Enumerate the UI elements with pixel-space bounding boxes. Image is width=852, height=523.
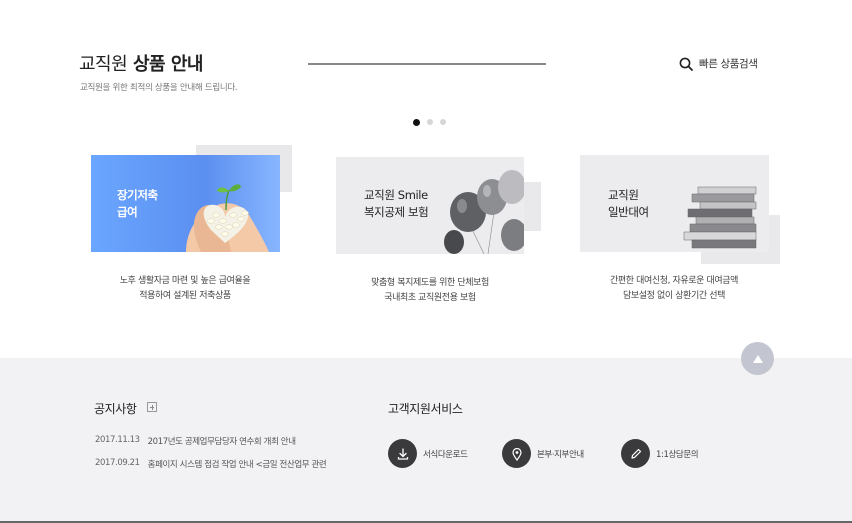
- pencil-icon: [630, 448, 641, 459]
- cs-label: 서식다운로드: [423, 449, 468, 460]
- consultation-button[interactable]: 1:1상담문의: [621, 439, 699, 468]
- title-divider: [308, 63, 546, 65]
- product-description: 간편한 대여신청, 자유로운 대여금액 담보설정 없이 상환기간 선택: [609, 276, 739, 301]
- cs-label: 본부·지부안내: [537, 449, 584, 460]
- product-card-savings[interactable]: 장기저축 급여 노후 생활자금 마련 및 높은 급여율을 적용하여 설계된 저축…: [90, 145, 300, 325]
- product-card-general-loan[interactable]: 교직원 일반대여 간편한 대여신청, 자유로운 대여금액 담보설정 없이 상환기…: [579, 145, 789, 325]
- product-section: 교직원 상품 안내 교직원을 위한 최적의 상품을 안내해 드립니다. 빠른 상…: [0, 0, 852, 358]
- location-pin-icon: [511, 447, 522, 461]
- notice-date: 2017.09.21: [95, 458, 140, 468]
- cs-label: 1:1상담문의: [656, 449, 699, 460]
- notice-item[interactable]: 2017.11.13 2017년도 공제업무담당자 연수회 개최 안내: [95, 435, 296, 447]
- product-name: 교직원 Smile 복지공제 보험: [364, 188, 429, 219]
- customer-service-title: 고객지원서비스: [388, 402, 463, 416]
- carousel-dot-3[interactable]: [440, 119, 446, 125]
- notice-title: 공지사항: [94, 402, 137, 416]
- page-subtitle: 교직원을 위한 최적의 상품을 안내해 드립니다.: [80, 83, 238, 93]
- branch-info-button[interactable]: 본부·지부안내: [502, 439, 584, 468]
- carousel-pagination: [413, 118, 446, 126]
- footer: 공지사항 2017.11.13 2017년도 공제업무담당자 연수회 개최 안내…: [0, 358, 852, 523]
- quick-search-link[interactable]: 빠른 상품검색: [679, 56, 758, 71]
- title-bold: 상품 안내: [132, 54, 204, 75]
- quick-search-label: 빠른 상품검색: [699, 58, 758, 70]
- carousel-dot-2[interactable]: [427, 119, 433, 125]
- carousel-dot-1[interactable]: [413, 118, 420, 126]
- notice-date: 2017.11.13: [95, 435, 140, 445]
- notice-text: 2017년도 공제업무담당자 연수회 개최 안내: [147, 437, 296, 447]
- notice-more-icon[interactable]: [147, 402, 157, 412]
- title-light: 교직원: [79, 54, 128, 75]
- form-download-button[interactable]: 서식다운로드: [388, 439, 468, 468]
- product-card-smile-insurance[interactable]: 교직원 Smile 복지공제 보험 맞춤형 복지제도를 위한 단체보험 국내최초…: [335, 145, 545, 325]
- product-name: 장기저축 급여: [117, 188, 158, 219]
- notice-text: 홈페이지 시스템 점검 작업 안내 <금일 전산업무 관련: [147, 460, 327, 470]
- product-name: 교직원 일반대여: [608, 188, 649, 219]
- search-icon: [679, 57, 693, 71]
- scroll-top-button[interactable]: [741, 342, 774, 375]
- product-description: 맞춤형 복지제도를 위한 단체보험 국내최초 교직원전용 보험: [371, 278, 489, 303]
- page-title: 교직원 상품 안내: [79, 50, 203, 76]
- product-description: 노후 생활자금 마련 및 높은 급여율을 적용하여 설계된 저축상품: [119, 276, 251, 301]
- arrow-up-icon: [752, 354, 763, 363]
- download-icon: [397, 447, 408, 460]
- notice-item[interactable]: 2017.09.21 홈페이지 시스템 점검 작업 안내 <금일 전산업무 관련: [95, 458, 327, 470]
